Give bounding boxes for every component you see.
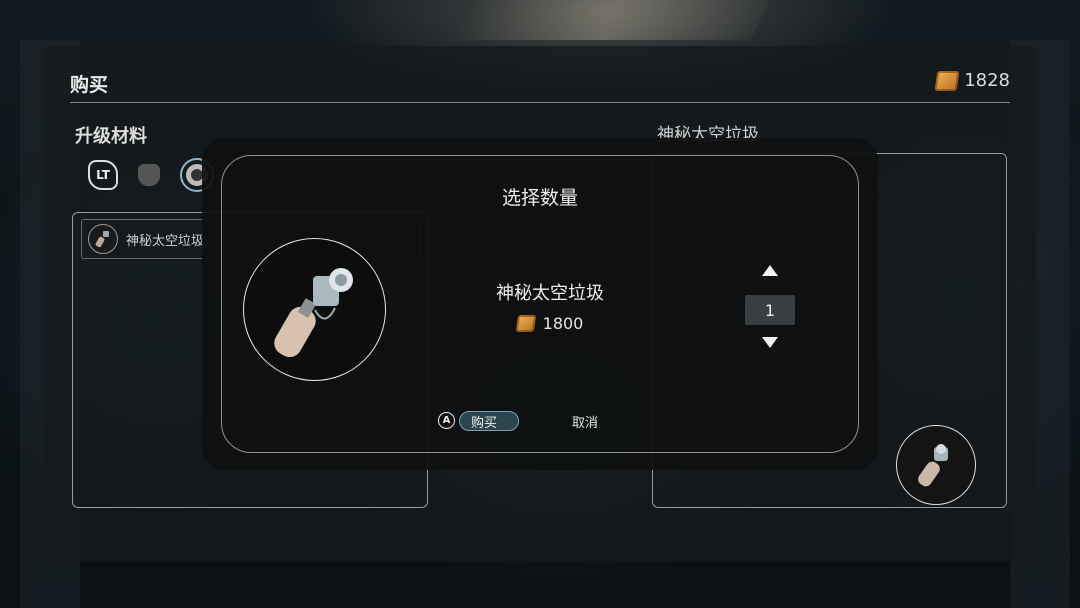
section-title: 升级材料 <box>75 126 147 147</box>
a-button-icon: A <box>438 412 455 429</box>
ceiling-light <box>450 0 770 40</box>
item-portrait <box>243 238 386 381</box>
coin-icon <box>515 315 536 332</box>
page-title: 购买 <box>70 74 109 96</box>
quantity-decrease-arrow-icon[interactable] <box>762 337 778 348</box>
dialog-title-text: 选择数量 <box>501 187 578 209</box>
currency-amount: 1828 <box>964 70 1010 91</box>
price-value: 1800 <box>542 314 584 333</box>
cancel-button[interactable]: 取消 <box>560 411 610 431</box>
quantity-value[interactable]: 1 <box>745 295 795 325</box>
space-junk-icon <box>273 267 353 357</box>
item-price: 1800 <box>450 314 650 333</box>
currency-display: 1828 <box>934 70 1010 91</box>
space-junk-icon <box>88 224 118 254</box>
detail-thumbnail <box>896 425 976 505</box>
list-item-label: 神秘太空垃圾 <box>126 233 205 249</box>
item-name: 神秘太空垃圾 <box>496 283 604 304</box>
dialog-title: 选择数量 <box>0 183 1080 210</box>
quantity-increase-arrow-icon[interactable] <box>762 265 778 276</box>
coin-icon <box>934 70 960 91</box>
buy-button[interactable]: 购买 <box>459 411 519 431</box>
space-junk-icon <box>918 444 948 487</box>
header-divider <box>70 102 1010 103</box>
